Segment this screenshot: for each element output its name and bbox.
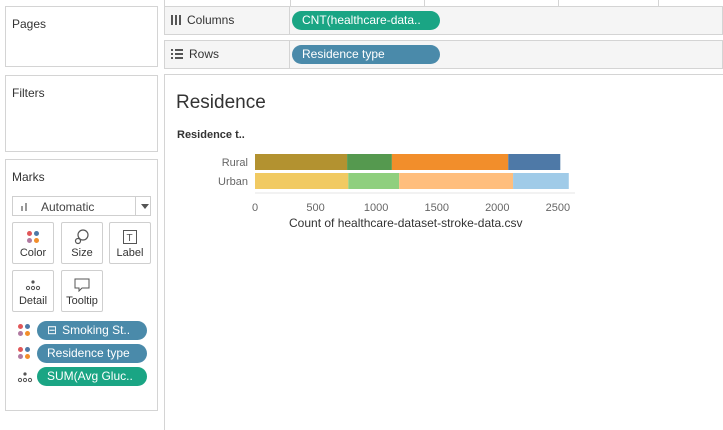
detail-label: Detail bbox=[18, 295, 48, 307]
size-label: Size bbox=[71, 247, 93, 259]
bar-segment bbox=[391, 154, 509, 170]
detail-button[interactable]: Detail bbox=[12, 270, 54, 312]
size-button[interactable]: Size bbox=[61, 222, 103, 264]
label-icon: T bbox=[123, 230, 137, 244]
filters-title: Filters bbox=[12, 86, 45, 100]
bar-segment bbox=[255, 173, 349, 189]
bar-segment bbox=[255, 154, 348, 170]
avg-glucose-pill[interactable]: SUM(Avg Gluc.. bbox=[37, 367, 147, 386]
columns-icon bbox=[171, 15, 181, 25]
columns-label: Columns bbox=[187, 13, 235, 27]
mark-type-label: Automatic bbox=[41, 200, 95, 214]
columns-separator bbox=[289, 7, 290, 34]
color-label: Color bbox=[19, 247, 47, 259]
rows-label: Rows bbox=[189, 47, 220, 61]
pages-title: Pages bbox=[12, 17, 47, 31]
bar-segment bbox=[347, 154, 392, 170]
viz-title: Residence bbox=[176, 92, 266, 113]
x-tick-label: 2500 bbox=[546, 202, 570, 214]
svg-text:T: T bbox=[127, 233, 133, 244]
tooltip-label: Tooltip bbox=[66, 295, 98, 307]
bar-segment bbox=[508, 154, 561, 170]
residence-type-color-icon bbox=[18, 347, 30, 359]
x-tick-label: 1000 bbox=[364, 202, 388, 214]
rows-pill[interactable]: Residence type bbox=[292, 45, 440, 64]
x-axis-title: Count of healthcare-dataset-stroke-data.… bbox=[289, 216, 523, 230]
marks-card: Marks Automatic Color Size T Label Detai… bbox=[5, 159, 158, 411]
smoking-status-color-icon bbox=[18, 324, 30, 336]
avg-glucose-label: SUM(Avg Gluc.. bbox=[47, 369, 133, 383]
residence-type-mark-label: Residence type bbox=[47, 346, 130, 360]
smoking-status-label: Smoking St.. bbox=[62, 323, 131, 337]
x-tick-label: 500 bbox=[306, 202, 324, 214]
row-label-rural: Rural bbox=[222, 157, 248, 169]
viz-area: Residence Residence t.. Rural Urban 0 500 10… bbox=[164, 74, 723, 430]
x-tick-label: 0 bbox=[252, 202, 258, 214]
columns-pill[interactable]: CNT(healthcare-data.. bbox=[292, 11, 440, 30]
residence-type-mark-pill[interactable]: Residence type bbox=[37, 344, 147, 363]
rows-pill-label: Residence type bbox=[302, 47, 385, 61]
color-icon bbox=[27, 231, 39, 243]
smoking-status-pill[interactable]: ⊟ Smoking St.. bbox=[37, 321, 147, 340]
pages-card: Pages bbox=[5, 6, 158, 67]
row-header: Residence t.. bbox=[177, 129, 245, 141]
bar-segment bbox=[513, 173, 569, 189]
dropdown-sep bbox=[135, 197, 136, 215]
tooltip-button[interactable]: Tooltip bbox=[61, 270, 103, 312]
tooltip-icon bbox=[74, 278, 90, 292]
filters-card: Filters bbox=[5, 75, 158, 152]
row-label-urban: Urban bbox=[218, 176, 248, 188]
columns-pill-label: CNT(healthcare-data.. bbox=[302, 13, 421, 27]
x-tick-label: 1500 bbox=[424, 202, 448, 214]
marks-title: Marks bbox=[12, 170, 45, 184]
rows-separator bbox=[289, 41, 290, 68]
label-label: Label bbox=[116, 247, 144, 259]
glucose-detail-icon bbox=[17, 372, 33, 383]
label-button[interactable]: T Label bbox=[109, 222, 151, 264]
chart: Rural Urban 0 500 1000 1500 2000 2500 bbox=[218, 154, 575, 214]
columns-shelf[interactable]: Columns CNT(healthcare-data.. bbox=[164, 6, 723, 35]
rows-icon bbox=[171, 49, 183, 59]
color-button[interactable]: Color bbox=[12, 222, 54, 264]
bar-segment bbox=[348, 173, 400, 189]
detail-icon bbox=[25, 280, 41, 291]
x-tick-label: 2000 bbox=[485, 202, 509, 214]
chevron-down-icon bbox=[141, 204, 149, 209]
bar-segment bbox=[399, 173, 514, 189]
bar-chart-icon bbox=[21, 203, 27, 211]
size-icon bbox=[74, 229, 89, 245]
mark-type-dropdown[interactable]: Automatic bbox=[12, 196, 151, 216]
rows-shelf[interactable]: Rows Residence type bbox=[164, 40, 723, 69]
collapse-icon: ⊟ bbox=[47, 323, 58, 337]
